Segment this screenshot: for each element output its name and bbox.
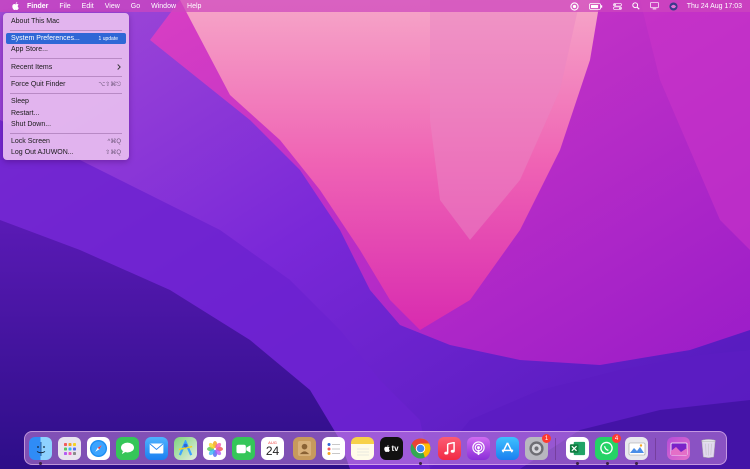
running-indicator [635, 462, 638, 465]
menu-separator [10, 76, 122, 77]
dock-separator [555, 438, 556, 460]
menu-separator [10, 30, 122, 31]
dock-separator [655, 438, 656, 460]
dock-preview-icon[interactable] [625, 437, 648, 460]
dock: AUG 24 tv 1 4 [24, 431, 727, 465]
menu-item-recent-items[interactable]: Recent Items [6, 62, 126, 73]
running-indicator [576, 462, 579, 465]
menu-item-label: Recent Items [11, 64, 53, 71]
dock-excel-icon[interactable] [566, 437, 589, 460]
menu-item-shut-down[interactable]: Shut Down... [6, 119, 126, 130]
dock-contacts-icon[interactable] [293, 437, 316, 460]
tv-label: tv [391, 444, 399, 453]
dock-notes-icon[interactable] [351, 437, 374, 460]
menu-item-sleep[interactable]: Sleep [6, 96, 126, 107]
menu-item-label: Sleep [11, 98, 29, 105]
menu-bar: Finder File Edit View Go Window Help Thu… [0, 0, 750, 12]
menu-go[interactable]: Go [131, 3, 140, 10]
search-icon[interactable] [632, 0, 640, 12]
dock-facetime-icon[interactable] [232, 437, 255, 460]
siri-icon[interactable] [669, 0, 678, 12]
battery-icon[interactable] [588, 0, 603, 12]
menu-item-restart[interactable]: Restart... [6, 108, 126, 119]
running-indicator [606, 462, 609, 465]
dock-photos-icon[interactable] [203, 437, 226, 460]
menu-window[interactable]: Window [151, 3, 176, 10]
menu-item-system-preferences[interactable]: System Preferences... 1 update [6, 33, 126, 44]
menu-edit[interactable]: Edit [82, 3, 94, 10]
menu-file[interactable]: File [59, 3, 70, 10]
menu-item-lock-screen[interactable]: Lock Screen ^⌘Q [6, 136, 126, 147]
display-icon[interactable] [649, 0, 659, 12]
menu-item-force-quit[interactable]: Force Quit Finder ⌥⇧⌘⎋ [6, 79, 126, 90]
dock-app-store-icon[interactable] [496, 437, 519, 460]
menu-item-label: System Preferences... [11, 35, 80, 42]
menu-separator [10, 133, 122, 134]
keyboard-shortcut: ^⌘Q [107, 139, 121, 145]
running-indicator [419, 462, 422, 465]
dock-messages-icon[interactable] [116, 437, 139, 460]
menu-view[interactable]: View [105, 3, 120, 10]
dock-chrome-icon[interactable] [409, 437, 432, 460]
menu-separator [10, 93, 122, 94]
control-center-icon[interactable] [612, 0, 622, 12]
dock-safari-icon[interactable] [87, 437, 110, 460]
dock-trash-icon[interactable] [697, 437, 720, 460]
notification-badge: 1 [542, 434, 551, 443]
keyboard-shortcut: ⇧⌘Q [105, 150, 121, 156]
menu-finder[interactable]: Finder [27, 3, 48, 10]
screen-record-icon[interactable] [570, 0, 579, 12]
dock-launchpad-icon[interactable] [58, 437, 81, 460]
dock-maps-icon[interactable] [174, 437, 197, 460]
dock-tv-icon[interactable]: tv [380, 437, 403, 460]
dock-downloads-stack-icon[interactable] [667, 437, 690, 460]
menu-item-label: About This Mac [11, 18, 60, 25]
menu-extras: Thu 24 Aug 17:03 [560, 0, 750, 12]
menu-item-label: Log Out AJUWON... [11, 149, 74, 156]
apple-menu-dropdown: About This Mac System Preferences... 1 u… [3, 13, 129, 160]
menu-clock[interactable]: Thu 24 Aug 17:03 [687, 3, 742, 10]
apple-menu-icon[interactable] [10, 0, 20, 12]
menu-item-label: Lock Screen [11, 138, 50, 145]
notification-badge: 4 [612, 434, 621, 443]
update-badge: 1 update [98, 35, 118, 42]
dock-whatsapp-icon[interactable]: 4 [595, 434, 621, 460]
running-indicator [39, 462, 42, 465]
chevron-right-icon [117, 63, 121, 72]
dock-finder-icon[interactable] [29, 437, 52, 460]
dock-mail-icon[interactable] [145, 437, 168, 460]
menu-item-about-this-mac[interactable]: About This Mac [6, 16, 126, 27]
dock-podcasts-icon[interactable] [467, 437, 490, 460]
calendar-day: 24 [265, 443, 280, 458]
menu-item-label: Restart... [11, 110, 40, 117]
dock-reminders-icon[interactable] [322, 437, 345, 460]
dock-system-preferences-icon[interactable]: 1 [525, 434, 551, 460]
menu-item-label: App Store... [11, 46, 48, 53]
menu-item-label: Force Quit Finder [11, 81, 66, 88]
keyboard-shortcut: ⌥⇧⌘⎋ [98, 81, 121, 88]
menu-item-log-out[interactable]: Log Out AJUWON... ⇧⌘Q [6, 147, 126, 158]
dock-calendar-icon[interactable]: AUG 24 [261, 437, 284, 460]
menu-item-label: Shut Down... [11, 121, 52, 128]
menu-help[interactable]: Help [187, 3, 201, 10]
menu-item-app-store[interactable]: App Store... [6, 44, 126, 55]
menu-separator [10, 58, 122, 59]
dock-music-icon[interactable] [438, 437, 461, 460]
